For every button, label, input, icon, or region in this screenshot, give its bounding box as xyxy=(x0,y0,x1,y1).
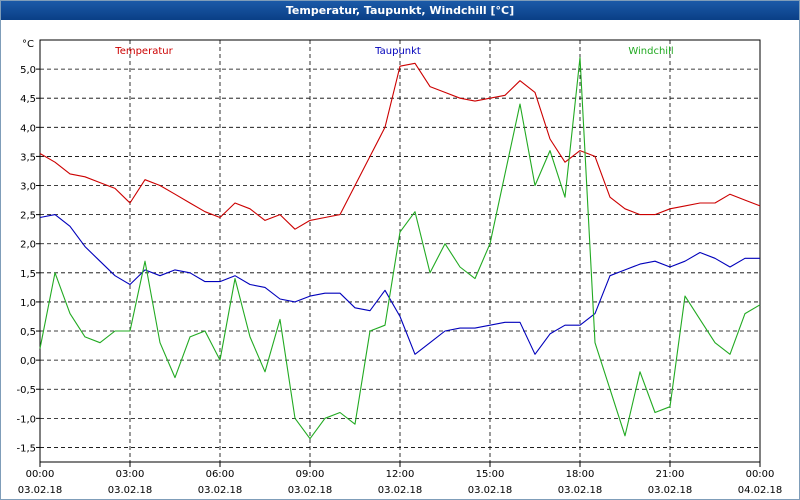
x-tick-time-label: 18:00 xyxy=(566,469,595,480)
legend-taupunkt: Taupunkt xyxy=(374,46,421,57)
legend-windchill: Windchill xyxy=(628,46,673,57)
chart-window: Temperatur, Taupunkt, Windchill [°C] 5,0… xyxy=(0,0,800,500)
y-axis-label: °C xyxy=(22,39,34,50)
y-tick-label: 1,0 xyxy=(20,298,36,309)
y-tick-label: -1,5 xyxy=(16,443,36,454)
y-tick-label: 3,5 xyxy=(20,152,36,163)
x-tick-time-label: 00:00 xyxy=(26,469,55,480)
x-tick-time-label: 09:00 xyxy=(296,469,325,480)
x-tick-date-label: 03.02.18 xyxy=(558,485,603,496)
y-tick-label: 1,5 xyxy=(20,269,36,280)
x-tick-date-label: 04.02.18 xyxy=(738,485,783,496)
y-tick-label: -0,5 xyxy=(16,385,36,396)
x-tick-time-label: 06:00 xyxy=(206,469,235,480)
y-tick-label: -1,0 xyxy=(16,414,36,425)
x-tick-date-label: 03.02.18 xyxy=(378,485,423,496)
x-tick-time-label: 03:00 xyxy=(116,469,145,480)
x-tick-time-label: 00:00 xyxy=(746,469,775,480)
y-tick-label: 4,0 xyxy=(20,123,36,134)
window-title: Temperatur, Taupunkt, Windchill [°C] xyxy=(1,1,799,20)
x-tick-date-label: 03.02.18 xyxy=(468,485,513,496)
legend-temperatur: Temperatur xyxy=(114,46,173,57)
y-tick-label: 4,5 xyxy=(20,94,36,105)
x-tick-date-label: 03.02.18 xyxy=(18,485,63,496)
x-tick-date-label: 03.02.18 xyxy=(288,485,333,496)
line-chart: 5,0 4,5 4,0 3,5 3,0 2,5 2,0 1,5 1,0 0,5 0,0 -0,5 -1,… xyxy=(16,39,783,496)
y-tick-label: 0,5 xyxy=(20,327,36,338)
y-tick-label: 2,5 xyxy=(20,211,36,222)
y-tick-label: 2,0 xyxy=(20,240,36,251)
x-tick-time-label: 15:00 xyxy=(476,469,505,480)
y-tick-label: 0,0 xyxy=(20,356,36,367)
x-tick-date-label: 03.02.18 xyxy=(648,485,693,496)
x-tick-time-label: 12:00 xyxy=(386,469,415,480)
x-tick-date-label: 03.02.18 xyxy=(108,485,153,496)
y-tick-label: 3,0 xyxy=(20,182,36,193)
x-tick-date-label: 03.02.18 xyxy=(198,485,243,496)
y-tick-label: 5,0 xyxy=(20,65,36,76)
x-tick-time-label: 21:00 xyxy=(656,469,685,480)
